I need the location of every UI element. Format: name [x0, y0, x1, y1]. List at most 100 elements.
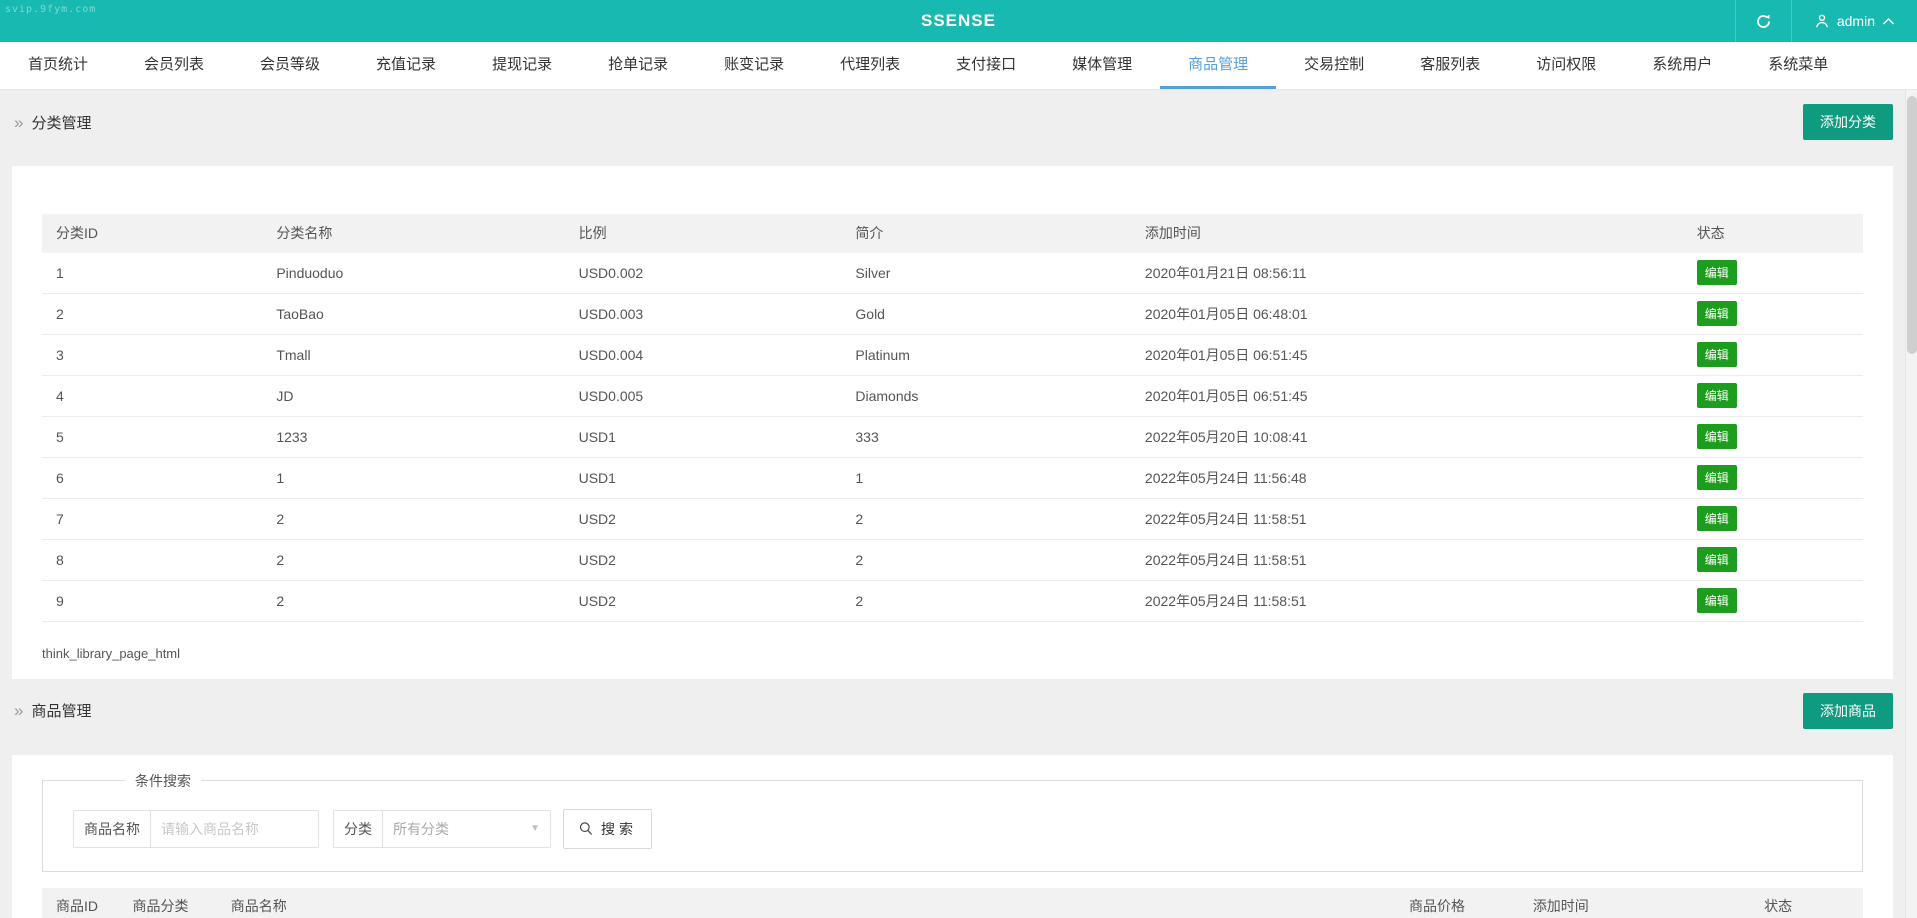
- page-content: » 分类管理 添加分类 分类ID分类名称比例简介添加时间状态 1Pinduodu…: [0, 90, 1905, 918]
- edit-button[interactable]: 编辑: [1697, 547, 1737, 572]
- page-title: 分类管理: [31, 112, 91, 133]
- cell: 333: [841, 416, 1131, 457]
- column-header: 添加时间: [1519, 888, 1750, 918]
- product-card: 条件搜索 商品名称 分类 所有分类 ▼ 搜索: [12, 755, 1893, 918]
- category-select[interactable]: 所有分类 ▼: [383, 810, 551, 848]
- cell: 1: [42, 252, 262, 293]
- nav-tab[interactable]: 代理列表: [812, 42, 928, 89]
- column-header: 商品ID: [42, 888, 118, 918]
- cell: TaoBao: [262, 293, 564, 334]
- page-title: 商品管理: [31, 700, 91, 721]
- category-label: 分类: [333, 810, 383, 848]
- edit-button[interactable]: 编辑: [1697, 260, 1737, 285]
- cell: Platinum: [841, 334, 1131, 375]
- edit-button[interactable]: 编辑: [1697, 588, 1737, 613]
- cell: 2: [841, 539, 1131, 580]
- nav-tab[interactable]: 充值记录: [348, 42, 464, 89]
- category-card: 分类ID分类名称比例简介添加时间状态 1PinduoduoUSD0.002Sil…: [12, 166, 1893, 679]
- column-header: 比例: [565, 214, 842, 252]
- refresh-button[interactable]: [1735, 0, 1791, 42]
- table-row: 4JDUSD0.005Diamonds2020年01月05日 06:51:45编…: [42, 375, 1863, 416]
- refresh-icon: [1755, 13, 1772, 30]
- add-product-button[interactable]: 添加商品: [1803, 693, 1893, 729]
- cell: Silver: [841, 252, 1131, 293]
- breadcrumb: » 分类管理: [14, 112, 91, 133]
- user-menu[interactable]: admin: [1791, 0, 1917, 42]
- cell: 6: [42, 457, 262, 498]
- status-cell: 编辑: [1683, 252, 1863, 293]
- nav-tab[interactable]: 系统用户: [1624, 42, 1740, 89]
- column-header: 商品价格: [1395, 888, 1519, 918]
- table-row: 92USD222022年05月24日 11:58:51编辑: [42, 580, 1863, 621]
- cell: Pinduoduo: [262, 252, 564, 293]
- cell: 9: [42, 580, 262, 621]
- cell: 2020年01月21日 08:56:11: [1131, 252, 1683, 293]
- status-cell: 编辑: [1683, 334, 1863, 375]
- nav-tabs: 首页统计会员列表会员等级充值记录提现记录抢单记录账变记录代理列表支付接口媒体管理…: [0, 42, 1917, 90]
- cell: USD0.003: [565, 293, 842, 334]
- column-header: 状态: [1750, 888, 1863, 918]
- cell: 2: [262, 539, 564, 580]
- cell: 5: [42, 416, 262, 457]
- cell: 1233: [262, 416, 564, 457]
- cell: 2: [262, 580, 564, 621]
- scrollbar-thumb[interactable]: [1907, 96, 1917, 354]
- nav-tab[interactable]: 支付接口: [928, 42, 1044, 89]
- column-header: 分类ID: [42, 214, 262, 252]
- nav-tab[interactable]: 媒体管理: [1044, 42, 1160, 89]
- nav-tab[interactable]: 客服列表: [1392, 42, 1508, 89]
- table-row: 3TmallUSD0.004Platinum2020年01月05日 06:51:…: [42, 334, 1863, 375]
- cell: USD0.005: [565, 375, 842, 416]
- edit-button[interactable]: 编辑: [1697, 506, 1737, 531]
- search-fieldset: 条件搜索 商品名称 分类 所有分类 ▼ 搜索: [42, 771, 1863, 872]
- chevron-up-icon: [1882, 17, 1895, 26]
- edit-button[interactable]: 编辑: [1697, 424, 1737, 449]
- cell: 2022年05月24日 11:58:51: [1131, 539, 1683, 580]
- nav-tab[interactable]: 商品管理: [1160, 42, 1276, 89]
- nav-tab[interactable]: 提现记录: [464, 42, 580, 89]
- cell: USD2: [565, 580, 842, 621]
- nav-tab[interactable]: 会员等级: [232, 42, 348, 89]
- cell: 8: [42, 539, 262, 580]
- scrollbar[interactable]: [1905, 90, 1917, 918]
- nav-tab[interactable]: 账变记录: [696, 42, 812, 89]
- cell: 2022年05月20日 10:08:41: [1131, 416, 1683, 457]
- nav-tab[interactable]: 会员列表: [116, 42, 232, 89]
- column-header: 商品名称: [217, 888, 1395, 918]
- search-form: 商品名称 分类 所有分类 ▼ 搜索: [73, 809, 1862, 849]
- edit-button[interactable]: 编辑: [1697, 342, 1737, 367]
- table-row: 51233USD13332022年05月20日 10:08:41编辑: [42, 416, 1863, 457]
- product-name-input[interactable]: [151, 810, 319, 848]
- cell: Diamonds: [841, 375, 1131, 416]
- nav-tab[interactable]: 访问权限: [1508, 42, 1624, 89]
- cell: USD1: [565, 457, 842, 498]
- cell: 2022年05月24日 11:56:48: [1131, 457, 1683, 498]
- status-cell: 编辑: [1683, 375, 1863, 416]
- table-header-row: 分类ID分类名称比例简介添加时间状态: [42, 214, 1863, 252]
- cell: USD0.004: [565, 334, 842, 375]
- status-cell: 编辑: [1683, 580, 1863, 621]
- nav-tab[interactable]: 交易控制: [1276, 42, 1392, 89]
- edit-button[interactable]: 编辑: [1697, 465, 1737, 490]
- debug-note: think_library_page_html: [42, 646, 1863, 661]
- table-row: 72USD222022年05月24日 11:58:51编辑: [42, 498, 1863, 539]
- cell: 7: [42, 498, 262, 539]
- cell: 2020年01月05日 06:48:01: [1131, 293, 1683, 334]
- table-row: 1PinduoduoUSD0.002Silver2020年01月21日 08:5…: [42, 252, 1863, 293]
- nav-tab[interactable]: 抢单记录: [580, 42, 696, 89]
- search-button[interactable]: 搜索: [563, 809, 652, 849]
- username: admin: [1837, 13, 1875, 29]
- edit-button[interactable]: 编辑: [1697, 301, 1737, 326]
- cell: Gold: [841, 293, 1131, 334]
- app-title: SSENSE: [0, 11, 1917, 31]
- nav-tab[interactable]: 系统菜单: [1740, 42, 1856, 89]
- cell: 2020年01月05日 06:51:45: [1131, 375, 1683, 416]
- cell: 3: [42, 334, 262, 375]
- cell: 2022年05月24日 11:58:51: [1131, 498, 1683, 539]
- selected-category: 所有分类: [393, 819, 449, 839]
- chevron-down-icon: ▼: [530, 823, 540, 834]
- nav-tab[interactable]: 首页统计: [0, 42, 116, 89]
- edit-button[interactable]: 编辑: [1697, 383, 1737, 408]
- add-category-button[interactable]: 添加分类: [1803, 104, 1893, 140]
- product-name-label: 商品名称: [73, 810, 151, 848]
